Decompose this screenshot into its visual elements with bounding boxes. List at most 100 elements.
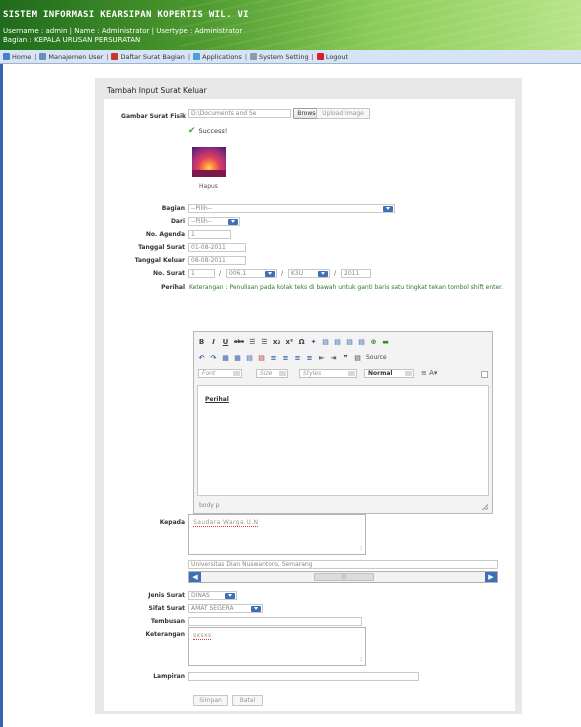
font-combo[interactable]: Font bbox=[198, 369, 242, 378]
batal-button[interactable]: Batal bbox=[232, 695, 263, 706]
kepada-text-value: Saudara Warga U.N bbox=[193, 519, 259, 527]
omega-icon[interactable]: Ω bbox=[298, 338, 305, 346]
page-title: Tambah Input Surat Keluar bbox=[107, 86, 207, 95]
size-combo[interactable]: Size bbox=[256, 369, 288, 378]
styles-combo[interactable]: Styles bbox=[299, 369, 357, 378]
horizontal-scrollbar[interactable]: ◀ ||| ▶ bbox=[188, 571, 498, 583]
nav-system-setting-label: System Setting bbox=[259, 52, 309, 61]
kepada-textarea[interactable]: Saudara Warga U.N ⁝ bbox=[188, 514, 366, 555]
no-surat-unit-select[interactable]: K3U bbox=[288, 269, 330, 278]
bagian-select[interactable]: --Pilih-- bbox=[188, 204, 395, 213]
jenis-surat-value: DINAS bbox=[191, 592, 210, 599]
font-combo-label: Font bbox=[202, 370, 216, 377]
resize-handle-icon[interactable]: ⁝ bbox=[360, 545, 362, 552]
nav-manajemen-user[interactable]: Manajemen User bbox=[39, 53, 103, 61]
upload-image-button[interactable]: Upload Image bbox=[316, 108, 370, 119]
house-icon bbox=[3, 53, 10, 60]
lampiran-input[interactable] bbox=[188, 672, 419, 681]
source-button[interactable]: Source bbox=[366, 354, 387, 361]
nav-logout-label: Logout bbox=[325, 52, 349, 61]
nav-applications-label: Applications bbox=[202, 52, 242, 61]
format-combo[interactable]: Normal bbox=[364, 369, 414, 378]
bold-button[interactable]: B bbox=[198, 338, 205, 346]
div-icon[interactable]: ▤ bbox=[354, 354, 361, 362]
agenda-input[interactable]: 1 bbox=[188, 230, 231, 239]
tanggal-surat-label: Tanggal Surat bbox=[138, 244, 185, 251]
redo-icon[interactable]: ↷ bbox=[210, 354, 217, 362]
nav-daftar-surat[interactable]: Daftar Surat Bagian bbox=[111, 53, 185, 61]
gambar-label: Gambar Surat Fisik bbox=[121, 113, 186, 120]
jenis-surat-select[interactable]: DINAS bbox=[188, 591, 237, 600]
underline-button[interactable]: U bbox=[222, 338, 229, 346]
dari-select-value: --Pilih-- bbox=[191, 218, 212, 225]
nav-home[interactable]: Home bbox=[3, 53, 31, 61]
no-surat-number-input[interactable]: 1 bbox=[188, 269, 215, 278]
scrollbar-thumb[interactable]: ||| bbox=[314, 573, 374, 581]
align-center-icon[interactable]: ≡ bbox=[282, 354, 289, 362]
resize-handle-icon[interactable] bbox=[482, 504, 488, 510]
sifat-surat-value: AMAT SEGERA bbox=[191, 605, 234, 612]
nav-system-setting[interactable]: System Setting bbox=[250, 53, 309, 61]
justify-icon[interactable]: ≡ bbox=[306, 354, 313, 362]
bagian-label: Bagian bbox=[161, 205, 185, 212]
undo-icon[interactable]: ↶ bbox=[198, 354, 205, 362]
no-surat-label: No. Surat bbox=[153, 270, 185, 277]
scroll-right-icon[interactable]: ▶ bbox=[485, 572, 497, 582]
nav-logout[interactable]: Logout bbox=[316, 52, 349, 61]
find-icon[interactable]: ▦ bbox=[222, 354, 229, 362]
image-icon[interactable]: ▤ bbox=[346, 338, 353, 346]
users-icon bbox=[39, 53, 47, 60]
paste-icon[interactable]: ▤ bbox=[334, 338, 341, 346]
chevron-down-icon bbox=[225, 593, 235, 599]
text-color-icon[interactable]: ≡ A▾ bbox=[421, 369, 437, 377]
collapse-toolbar-icon[interactable] bbox=[481, 371, 488, 378]
tanggal-surat-input[interactable]: 01-08-2011 bbox=[188, 243, 246, 252]
hr-icon[interactable]: ▬ bbox=[382, 338, 389, 346]
no-surat-kode-select[interactable]: 006.1 bbox=[226, 269, 277, 278]
numbered-list-button[interactable]: ☰ bbox=[249, 338, 256, 346]
align-right-icon[interactable]: ≡ bbox=[294, 354, 301, 362]
align-left-icon[interactable]: ≡ bbox=[270, 354, 277, 362]
indent-icon[interactable]: ⇥ bbox=[330, 354, 337, 362]
table-icon[interactable]: ▤ bbox=[322, 338, 329, 346]
subscript-button[interactable]: x₂ bbox=[273, 338, 281, 346]
system-title: SISTEM INFORMASI KEARSIPAN KOPERTIS WIL.… bbox=[3, 10, 249, 20]
eraser-icon[interactable]: ▤ bbox=[258, 354, 265, 362]
sifat-surat-select[interactable]: AMAT SEGERA bbox=[188, 604, 263, 613]
editor-content-area[interactable]: Perihal bbox=[197, 385, 489, 496]
file-path-input[interactable]: D:\Documents and Se bbox=[188, 109, 291, 118]
chevron-down-icon bbox=[405, 371, 412, 376]
tanggal-keluar-input[interactable]: 08-08-2011 bbox=[188, 256, 246, 265]
simpan-button[interactable]: Simpan bbox=[193, 695, 228, 706]
chevron-down-icon bbox=[251, 606, 261, 612]
link-icon[interactable]: ✦ bbox=[310, 338, 317, 346]
check-icon: ✔ bbox=[188, 126, 196, 136]
resize-handle-icon[interactable]: ⁝ bbox=[360, 656, 362, 663]
apps-icon bbox=[193, 53, 201, 60]
italic-button[interactable]: I bbox=[210, 338, 217, 346]
universitas-select[interactable]: Universitas Dian Nuswantoro, Semarang bbox=[188, 560, 498, 569]
superscript-button[interactable]: x² bbox=[286, 338, 294, 346]
nav-separator: | bbox=[244, 52, 248, 61]
nav-separator: | bbox=[187, 52, 191, 61]
scroll-left-icon[interactable]: ◀ bbox=[189, 572, 201, 582]
smiley-icon[interactable]: ⊕ bbox=[370, 338, 377, 346]
lampiran-label: Lampiran bbox=[153, 673, 185, 680]
dari-select[interactable]: --Pilih-- bbox=[188, 217, 240, 226]
slash-separator: / bbox=[334, 270, 337, 277]
nav-applications[interactable]: Applications bbox=[193, 53, 242, 61]
hapus-link[interactable]: Hapus bbox=[199, 183, 218, 190]
bullet-list-button[interactable]: ☰ bbox=[261, 338, 268, 346]
blockquote-icon[interactable]: ❞ bbox=[342, 354, 349, 362]
select-all-icon[interactable]: ▤ bbox=[246, 354, 253, 362]
keterangan-text-value: sxsxs bbox=[193, 632, 212, 640]
kepada-label: Kepada bbox=[159, 519, 185, 526]
tembusan-input[interactable] bbox=[188, 617, 362, 626]
replace-icon[interactable]: ▦ bbox=[234, 354, 241, 362]
dari-label: Dari bbox=[170, 218, 185, 225]
flash-icon[interactable]: ▤ bbox=[358, 338, 365, 346]
keterangan-textarea[interactable]: sxsxs ⁝ bbox=[188, 627, 366, 666]
no-surat-year-input[interactable]: 2011 bbox=[341, 269, 371, 278]
outdent-icon[interactable]: ⇤ bbox=[318, 354, 325, 362]
strike-button[interactable]: abc bbox=[234, 339, 244, 345]
